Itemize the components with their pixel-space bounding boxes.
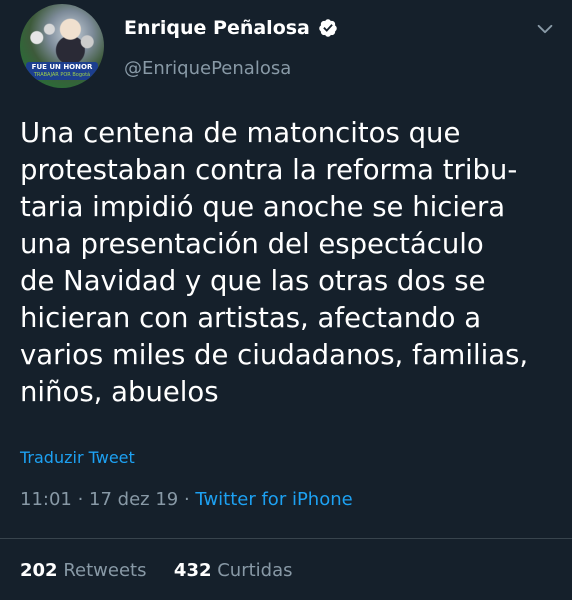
tweet-text-line: varios miles de ciudadanos, familias, — [20, 339, 529, 371]
tweet-text-line: Una centena de matoncitos que — [20, 117, 461, 149]
retweets-label: Retweets — [63, 560, 147, 581]
retweets-stat[interactable]: 202 Retweets — [20, 560, 152, 581]
translate-tweet-link[interactable]: Traduzir Tweet — [20, 448, 135, 467]
likes-label: Curtidas — [217, 560, 293, 581]
tweet-text-line: una presentación del espectáculo — [20, 228, 484, 260]
avatar-badge-line1: FUE UN HONOR — [31, 63, 93, 71]
verified-badge-icon — [318, 18, 338, 38]
tweet-text-line: niños, abuelos — [20, 376, 219, 408]
likes-stat[interactable]: 432 Curtidas — [168, 560, 293, 581]
meta-separator: · — [71, 489, 90, 510]
divider — [0, 538, 572, 539]
retweets-count: 202 — [20, 560, 58, 581]
tweet-date[interactable]: 17 dez 19 — [89, 489, 178, 510]
tweet-source-link[interactable]: Twitter for iPhone — [195, 489, 352, 510]
author-handle[interactable]: @EnriquePenalosa — [124, 58, 291, 79]
avatar-badge: FUE UN HONOR TRABAJAR POR Bogotá — [26, 62, 98, 80]
avatar[interactable]: FUE UN HONOR TRABAJAR POR Bogotá — [20, 4, 104, 88]
tweet-text-line: de Navidad y que las otras dos se — [20, 265, 486, 297]
tweet-text-line: hicieran con artistas, afectando a — [20, 302, 482, 334]
avatar-badge-line2: TRABAJAR POR Bogotá — [33, 72, 91, 78]
likes-count: 432 — [173, 560, 212, 581]
chevron-down-icon[interactable] — [534, 18, 556, 40]
tweet-text-line: protestaban contra la reforma tribu- — [20, 154, 518, 186]
author-display-name[interactable]: Enrique Peñalosa — [124, 17, 310, 39]
tweet-time[interactable]: 11:01 — [20, 489, 72, 510]
tweet-text-line: taria impidió que anoche se hiciera — [20, 191, 506, 223]
author-name-row: Enrique Peñalosa — [124, 17, 338, 39]
tweet-metadata: 11:01 · 17 dez 19 · Twitter for iPhone — [20, 489, 353, 510]
tweet-stats: 202 Retweets 432 Curtidas — [20, 560, 293, 581]
tweet-text: Una centena de matoncitos que protestaba… — [20, 115, 550, 411]
meta-separator: · — [178, 489, 196, 510]
tweet-detail: FUE UN HONOR TRABAJAR POR Bogotá Enrique… — [0, 0, 572, 600]
